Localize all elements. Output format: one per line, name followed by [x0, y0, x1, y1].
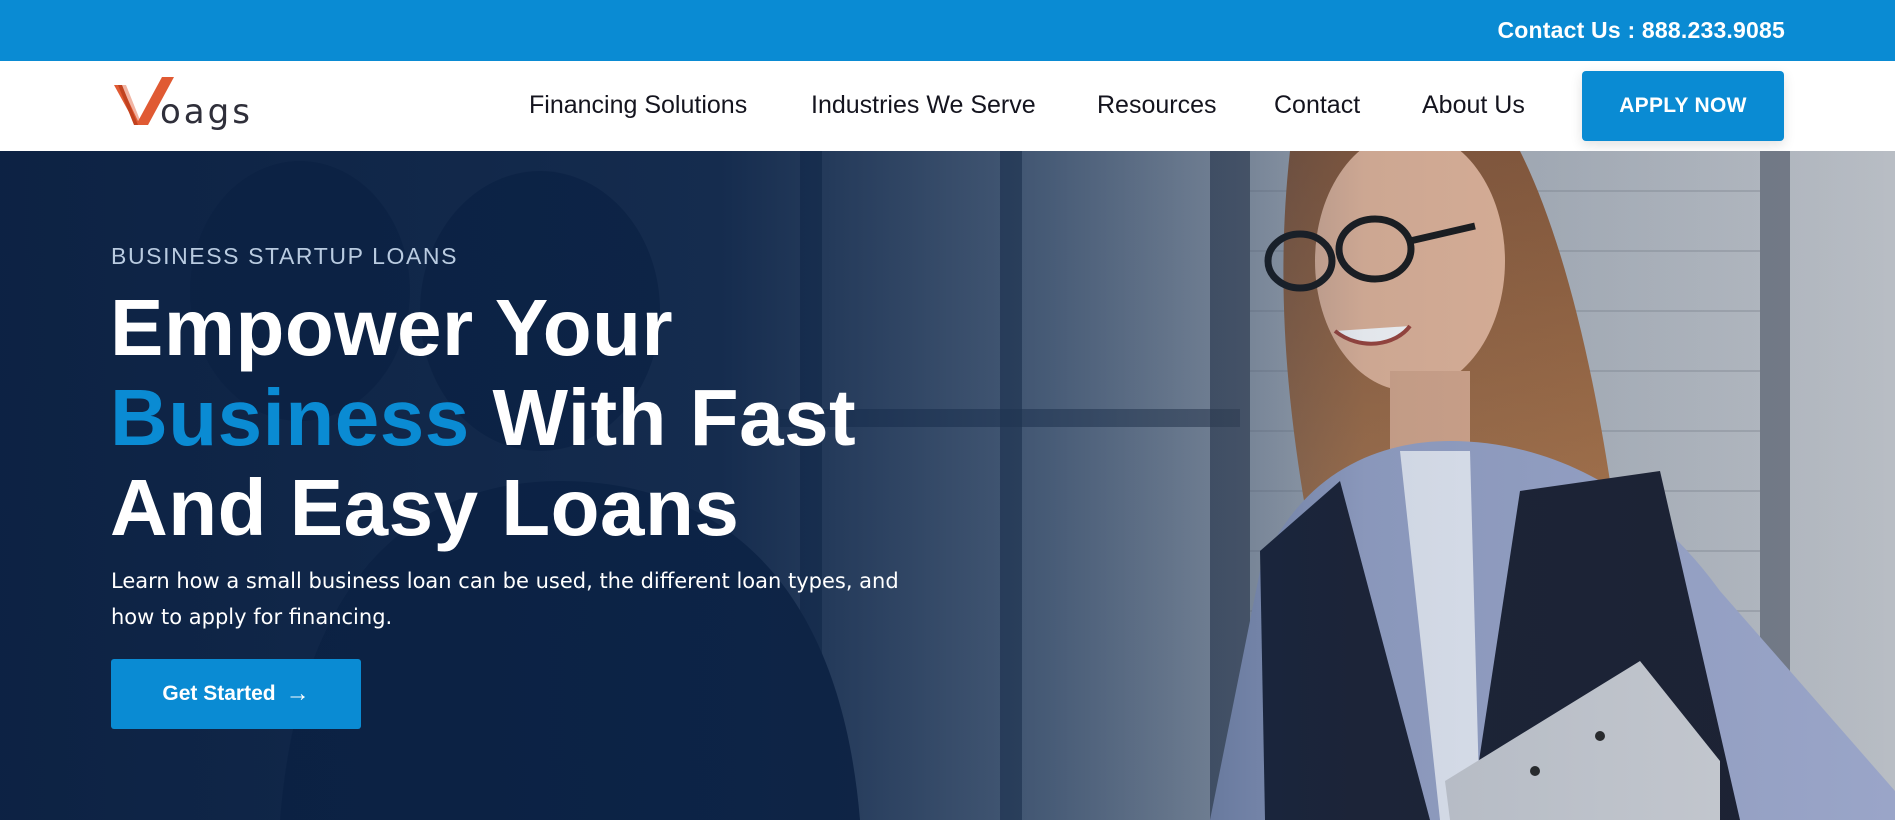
arrow-right-icon: → — [285, 680, 310, 707]
nav-resources[interactable]: Resources — [1097, 91, 1217, 120]
headline-line-1: Empower Your — [110, 283, 674, 372]
contact-phone-link[interactable]: Contact Us : 888.233.9085 — [1497, 17, 1785, 44]
nav-contact[interactable]: Contact — [1274, 91, 1360, 120]
site-header: oags Financing Solutions Industries We S… — [0, 61, 1895, 151]
hero-section: BUSINESS STARTUP LOANS Empower Your Busi… — [0, 151, 1895, 820]
headline-accent-word: Business — [110, 373, 470, 462]
nav-about-us[interactable]: About Us — [1422, 91, 1525, 120]
hero-eyebrow: BUSINESS STARTUP LOANS — [111, 243, 459, 269]
headline-line-3: And Easy Loans — [110, 463, 740, 552]
nav-industries-we-serve[interactable]: Industries We Serve — [811, 91, 1036, 120]
get-started-button[interactable]: Get Started → — [111, 659, 361, 729]
nav-financing-solutions[interactable]: Financing Solutions — [529, 91, 747, 120]
hero-description: Learn how a small business loan can be u… — [111, 569, 899, 629]
get-started-label: Get Started — [162, 682, 276, 705]
hero-headline: Empower Your Business With Fast And Easy… — [110, 283, 1010, 553]
top-contact-bar: Contact Us : 888.233.9085 — [0, 0, 1895, 61]
headline-line-2: With Fast — [492, 373, 857, 462]
apply-now-button[interactable]: APPLY NOW — [1582, 71, 1784, 141]
